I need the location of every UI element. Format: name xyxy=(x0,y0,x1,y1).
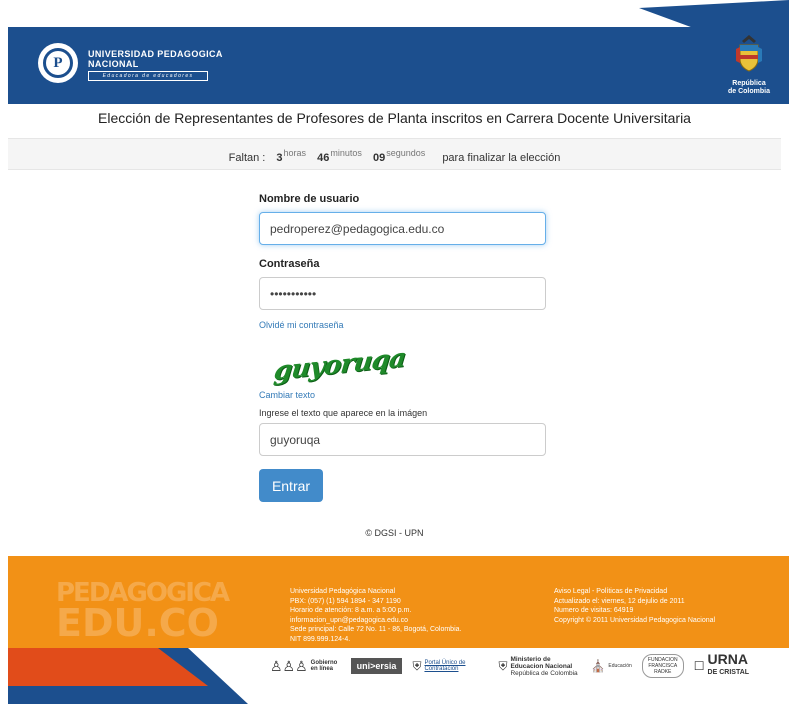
countdown-seconds-unit: segundos xyxy=(386,148,426,158)
contact-line: Universidad Pedagógica Nacional xyxy=(290,588,396,595)
corner-accent-shape xyxy=(639,0,789,30)
legal-line: Numero de visitas: 64919 xyxy=(554,607,634,614)
people-icon: ♙♙♙ xyxy=(270,657,308,674)
sponsor-ministerio[interactable]: ⛨ Ministerio de Educacion Nacional Repúb… xyxy=(498,656,580,677)
urna-sub: DE CRISTAL xyxy=(707,669,750,676)
footer-brand[interactable]: PEDAGOGICA EDU.CO xyxy=(56,578,230,645)
captcha-image: guyoruqa xyxy=(259,330,546,390)
contact-email-link[interactable]: informacion_upn@pedagogica.edu.co xyxy=(290,616,461,626)
countdown-minutes: 46 xyxy=(317,152,330,164)
forgot-password-link[interactable]: Olvidé mi contraseña xyxy=(259,320,546,330)
countdown-hours: 3 xyxy=(276,152,283,164)
site-footer: PEDAGOGICA EDU.CO Universidad Pedagógica… xyxy=(0,556,789,704)
countdown-minutes-unit: minutos xyxy=(330,148,362,158)
sponsor-contratacion[interactable]: ⛨ Portal Único de Contratación xyxy=(412,659,488,674)
footer-legal-info: Aviso Legal - Políticas de Privacidad Ac… xyxy=(554,587,715,625)
captcha-label: Ingrese el texto que aparece en la imáge… xyxy=(259,408,428,418)
countdown-bar: Faltan : 3horas 46minutos 09segundos par… xyxy=(8,138,781,170)
legal-line: Actualizado el: viernes, 12 dejulio de 2… xyxy=(554,597,685,605)
contact-line: PBX: (057) (1) 594 1894 - 347 1190 xyxy=(290,597,401,605)
coat-caption-line2: de Colombia xyxy=(727,88,770,95)
login-form: Nombre de usuario Contraseña Olvidé mi c… xyxy=(259,193,546,502)
sponsor-urna-de-cristal[interactable]: ☐ URNA DE CRISTAL xyxy=(693,651,750,678)
countdown-seconds: 09 xyxy=(372,152,386,164)
countdown-suffix: para finalizar la elección xyxy=(442,152,561,164)
page-title: Elección de Representantes de Profesores… xyxy=(98,110,691,126)
colombia-coat-of-arms: República de Colombia xyxy=(727,33,771,96)
ballot-icon: ☐ xyxy=(693,659,705,673)
logo-name-line1: UNIVERSIDAD PEDAGOGICA xyxy=(88,49,223,59)
shield-icon: ⛨ xyxy=(498,658,508,673)
password-label: Contraseña xyxy=(259,258,320,270)
countdown-hours-unit: horas xyxy=(283,148,307,158)
submit-button[interactable]: Entrar xyxy=(259,469,323,502)
logo-emblem-icon: P xyxy=(38,43,78,83)
ministerio-name: Ministerio de Educacion Nacional xyxy=(510,655,573,670)
footer-contact-info: Universidad Pedagógica Nacional PBX: (05… xyxy=(290,587,461,644)
sponsor-logos: ♙♙♙ Gobierno en línea uni>ersia ⛨ Portal… xyxy=(270,650,789,682)
legal-policy-link[interactable]: Aviso Legal - Políticas de Privacidad xyxy=(554,587,715,597)
password-input[interactable] xyxy=(259,277,546,310)
contact-line: Sede principal: Calle 72 No. 11 - 86, Bo… xyxy=(290,626,462,633)
contact-line: NIT 899.999.124-4. xyxy=(290,635,351,643)
sponsor-gobierno-en-linea[interactable]: ♙♙♙ Gobierno en línea xyxy=(270,658,341,675)
sponsor-alcaldia[interactable]: ⛪ Educación xyxy=(590,659,631,673)
copyright: © DGSI - UPN xyxy=(365,528,424,538)
site-header: P UNIVERSIDAD PEDAGOGICA NACIONAL Educad… xyxy=(8,27,789,104)
ministerio-sub: República de Colombia xyxy=(510,669,578,677)
sponsor-universia[interactable]: uni>ersia xyxy=(350,658,403,674)
username-label: Nombre de usuario xyxy=(259,193,360,205)
username-input[interactable] xyxy=(259,212,546,245)
urna-name: URNA xyxy=(707,651,748,667)
shield-icon: ⛨ xyxy=(412,658,422,673)
countdown-prefix: Faltan : xyxy=(228,152,266,164)
logo-tagline: Educadora de educadores xyxy=(88,71,208,81)
sponsor-fundacion[interactable]: FUNDACION FRANCISCA RADKE xyxy=(641,654,684,678)
coat-of-arms-icon xyxy=(736,35,762,72)
captcha-input[interactable] xyxy=(259,423,546,456)
brand-line2: EDU.CO xyxy=(56,601,219,645)
contact-line: Horario de atención: 8 a.m. a 5:00 p.m. xyxy=(290,607,412,614)
change-captcha-link[interactable]: Cambiar texto xyxy=(259,390,546,400)
logo-name-line2: NACIONAL xyxy=(88,59,139,69)
legal-line: Copyright © 2011 Universidad Pedagogica … xyxy=(554,616,716,624)
coat-caption-line1: República xyxy=(732,80,766,87)
crest-icon: ⛪ xyxy=(590,659,606,673)
captcha-text: guyoruqa xyxy=(272,343,407,387)
